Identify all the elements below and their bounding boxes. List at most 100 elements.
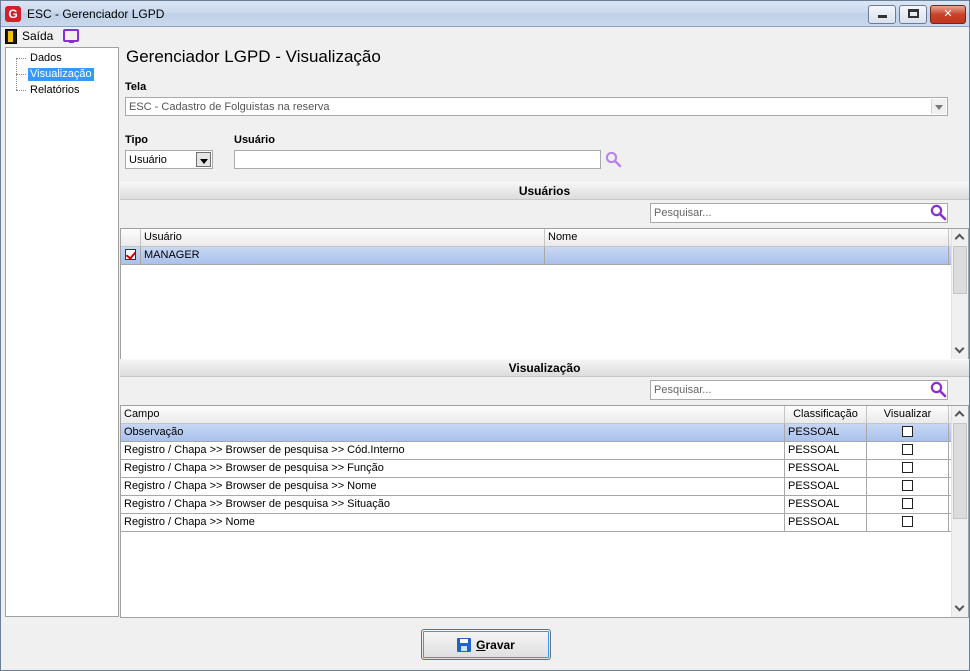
cell-campo: Registro / Chapa >> Browser de pesquisa … <box>121 460 785 477</box>
cell-campo: Registro / Chapa >> Browser de pesquisa … <box>121 496 785 513</box>
cell-visualizar <box>867 460 949 477</box>
navigation-tree: Dados Visualização Relatórios <box>5 47 119 617</box>
visualizar-checkbox[interactable] <box>902 479 913 491</box>
monitor-icon[interactable] <box>63 29 79 43</box>
usuario-input-box <box>234 150 601 169</box>
cell-visualizar <box>867 478 949 495</box>
save-button[interactable]: Gravar <box>421 629 551 660</box>
scroll-thumb[interactable] <box>953 246 967 294</box>
cell-visualizar <box>867 424 949 441</box>
visualizacao-grid: Campo Classificação Visualizar Observaçã… <box>120 405 969 618</box>
tela-label: Tela <box>125 81 147 93</box>
row-checkbox[interactable] <box>125 248 136 260</box>
column-header-campo[interactable]: Campo <box>121 406 785 424</box>
save-button-label: Gravar <box>476 637 515 652</box>
visualizar-checkbox[interactable] <box>902 515 913 527</box>
usuarios-grid: Usuário Nome MANAGER <box>120 228 969 360</box>
cell-campo: Registro / Chapa >> Browser de pesquisa … <box>121 442 785 459</box>
table-row[interactable]: Registro / Chapa >> Browser de pesquisa … <box>121 496 951 514</box>
column-header-classificacao[interactable]: Classificação <box>785 406 867 424</box>
window-title: ESC - Gerenciador LGPD <box>27 7 165 21</box>
tree-item-relatorios[interactable]: Relatórios <box>16 83 82 97</box>
close-icon: ✕ <box>943 8 953 20</box>
tree-item-label: Dados <box>30 51 62 64</box>
title-bar: G ESC - Gerenciador LGPD ✕ <box>1 1 969 27</box>
visualizar-checkbox[interactable] <box>902 497 913 509</box>
cell-classificacao: PESSOAL <box>785 424 867 441</box>
scroll-up-icon[interactable] <box>952 406 968 423</box>
cell-campo: Registro / Chapa >> Nome <box>121 514 785 531</box>
tree-item-label: Visualização <box>28 67 94 81</box>
tela-select[interactable]: ESC - Cadastro de Folguistas na reserva <box>125 97 948 116</box>
scroll-down-icon[interactable] <box>952 342 968 359</box>
app-window: G ESC - Gerenciador LGPD ✕ Saída Dados V… <box>0 0 970 671</box>
visualizar-checkbox[interactable] <box>902 443 913 455</box>
exit-button[interactable]: Saída <box>5 28 53 44</box>
maximize-icon <box>907 9 919 18</box>
close-button[interactable]: ✕ <box>930 5 966 24</box>
column-header-visualizar[interactable]: Visualizar <box>867 406 949 424</box>
scroll-down-icon[interactable] <box>952 600 968 617</box>
cell-classificacao: PESSOAL <box>785 496 867 513</box>
row-check-cell <box>121 247 141 264</box>
usuario-search-icon[interactable] <box>605 151 622 168</box>
usuarios-grid-header: Usuário Nome <box>121 229 951 247</box>
visualizacao-grid-header: Campo Classificação Visualizar <box>121 406 951 424</box>
cell-nome <box>545 247 949 264</box>
exit-label: Saída <box>22 29 54 43</box>
tipo-select[interactable]: Usuário <box>125 150 213 169</box>
usuarios-grid-rows: MANAGER <box>121 247 951 265</box>
usuarios-scrollbar[interactable] <box>951 229 968 359</box>
visualizacao-search-input[interactable] <box>651 381 947 399</box>
visualizacao-search-box <box>650 380 948 400</box>
table-row[interactable]: MANAGER <box>121 247 951 265</box>
table-row[interactable]: Observação PESSOAL <box>121 424 951 442</box>
visualizacao-grid-rows: Observação PESSOAL Registro / Chapa >> B… <box>121 424 951 532</box>
minimize-icon <box>877 15 887 18</box>
tela-select-value: ESC - Cadastro de Folguistas na reserva <box>129 101 330 113</box>
app-logo-icon: G <box>5 6 21 22</box>
scroll-thumb[interactable] <box>953 423 967 519</box>
table-row[interactable]: Registro / Chapa >> Browser de pesquisa … <box>121 442 951 460</box>
column-header-nome[interactable]: Nome <box>545 229 949 247</box>
cell-classificacao: PESSOAL <box>785 460 867 477</box>
usuarios-search-icon[interactable] <box>930 204 947 221</box>
chevron-down-icon[interactable] <box>196 152 211 167</box>
visualizar-checkbox[interactable] <box>902 425 913 437</box>
cell-visualizar <box>867 442 949 459</box>
table-row[interactable]: Registro / Chapa >> Browser de pesquisa … <box>121 460 951 478</box>
tipo-label: Tipo <box>125 134 149 146</box>
tipo-select-value: Usuário <box>129 154 167 166</box>
usuarios-search-box <box>650 203 948 223</box>
tree-item-dados[interactable]: Dados <box>16 51 64 65</box>
exit-door-icon <box>5 28 17 44</box>
page-title: Gerenciador LGPD - Visualização <box>126 47 381 66</box>
cell-classificacao: PESSOAL <box>785 514 867 531</box>
cell-visualizar <box>867 496 949 513</box>
minimize-button[interactable] <box>868 5 896 24</box>
visualizacao-scrollbar[interactable] <box>951 406 968 617</box>
visualizacao-search-icon[interactable] <box>930 381 947 398</box>
usuario-input[interactable] <box>235 151 600 168</box>
tree-item-label: Relatórios <box>30 83 80 96</box>
visualizar-checkbox[interactable] <box>902 461 913 473</box>
chevron-down-icon[interactable] <box>931 99 946 114</box>
cell-classificacao: PESSOAL <box>785 442 867 459</box>
usuarios-search-input[interactable] <box>651 204 947 222</box>
usuarios-section-header: Usuários <box>120 182 969 200</box>
scroll-up-icon[interactable] <box>952 229 968 246</box>
maximize-button[interactable] <box>899 5 927 24</box>
column-header-check <box>121 229 141 247</box>
tree-item-visualizacao[interactable]: Visualização <box>16 67 94 81</box>
cell-usuario: MANAGER <box>141 247 545 264</box>
toolbar: Saída <box>1 27 969 45</box>
cell-visualizar <box>867 514 949 531</box>
floppy-disk-icon <box>457 637 472 652</box>
table-row[interactable]: Registro / Chapa >> Nome PESSOAL <box>121 514 951 532</box>
usuario-label: Usuário <box>234 134 275 146</box>
cell-campo: Observação <box>121 424 785 441</box>
column-header-usuario[interactable]: Usuário <box>141 229 545 247</box>
cell-classificacao: PESSOAL <box>785 478 867 495</box>
cell-campo: Registro / Chapa >> Browser de pesquisa … <box>121 478 785 495</box>
table-row[interactable]: Registro / Chapa >> Browser de pesquisa … <box>121 478 951 496</box>
